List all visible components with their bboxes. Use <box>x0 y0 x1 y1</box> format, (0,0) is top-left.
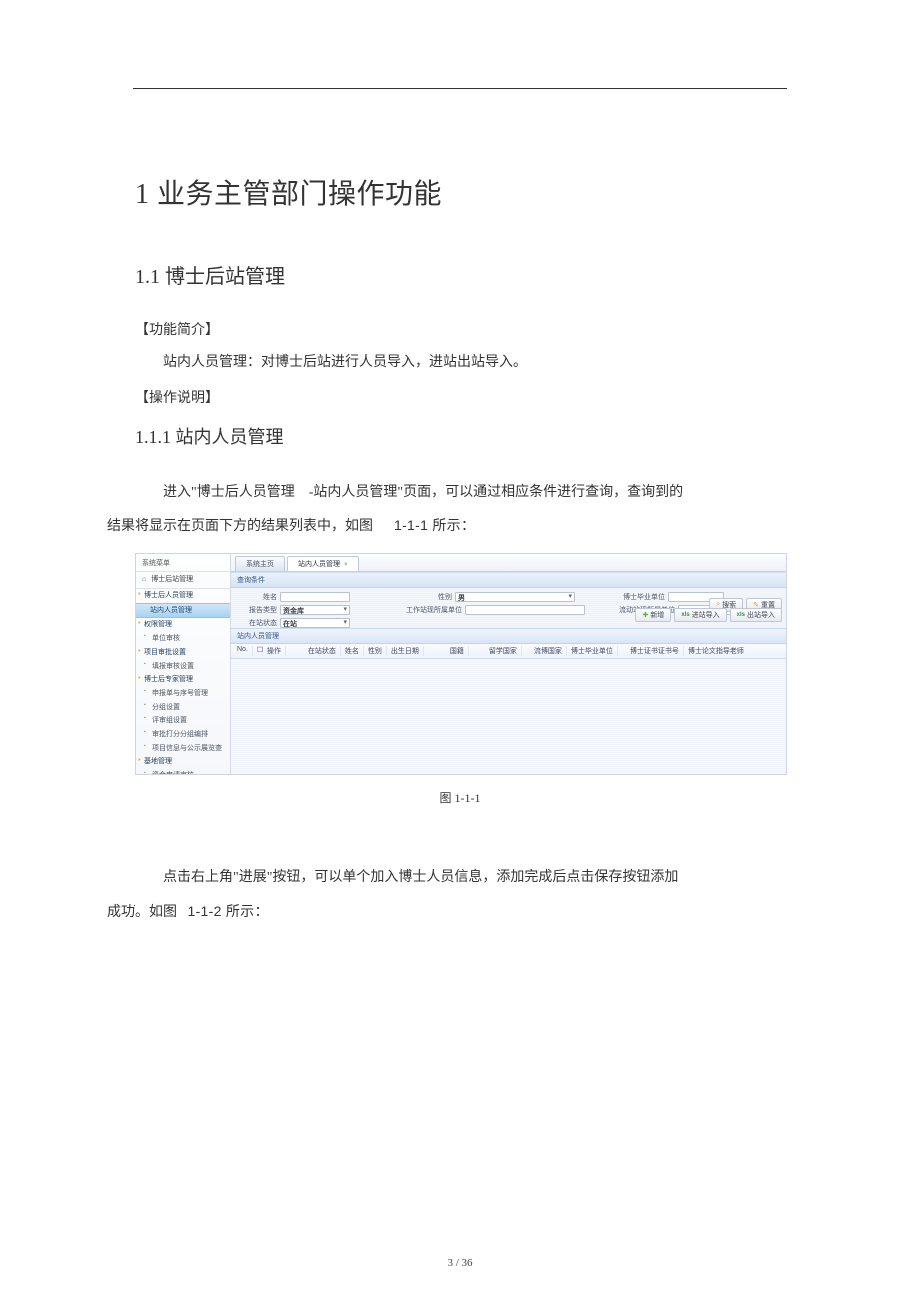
tab-label: 站内人员管理 <box>298 561 340 568</box>
heading-2: 1.1 博士后站管理 <box>135 260 785 289</box>
tab-station-personnel[interactable]: 站内人员管理 × <box>287 556 359 571</box>
para1-fig-ref: 1-1-1 所示： <box>394 517 475 533</box>
sidebar: 系统菜单 ⌂ 博士后站管理 博士后人员管理 站内人员管理 权限管理 单位审核 项… <box>136 554 231 774</box>
para2-seg-b: 成功。如图 <box>107 905 177 920</box>
sidebar-item-review-group[interactable]: 评审组设置 <box>136 714 230 728</box>
sidebar-title: 系统菜单 <box>136 554 230 572</box>
sidebar-item-fund-audit[interactable]: 资金申请审核 <box>136 769 230 775</box>
page-footer: 3 / 36 <box>0 1257 920 1269</box>
panel-query-header: 查询条件 <box>231 572 786 588</box>
sidebar-item-group-setting[interactable]: 分组设置 <box>136 701 230 715</box>
col-flow-nat[interactable]: 流博国家 <box>530 646 567 656</box>
home-icon: ⌂ <box>142 576 146 583</box>
tabs: 系统主页 站内人员管理 × <box>231 554 786 572</box>
figure-caption: 图 1-1-1 <box>135 789 785 806</box>
function-intro-body: 站内人员管理：对博士后站进行人员导入，进站出站导入。 <box>135 349 785 377</box>
paragraph-1: 进入"博士后人员管理 -站内人员管理"页面，可以通过相应条件进行查询，查询到的 … <box>135 477 785 543</box>
select-gender[interactable]: 男 <box>455 592 575 602</box>
label-status: 在站状态 <box>235 618 277 628</box>
main-area: 系统主页 站内人员管理 × 查询条件 姓名 性别 男 博士毕业单位 <box>231 554 786 774</box>
col-phd-unit[interactable]: 博士毕业单位 <box>567 646 618 656</box>
figure-1-1-1: 系统菜单 ⌂ 博士后站管理 博士后人员管理 站内人员管理 权限管理 单位审核 项… <box>135 553 787 775</box>
label-gender: 性别 <box>410 592 452 602</box>
grid-body-empty <box>231 659 786 775</box>
sidebar-item-unit-audit[interactable]: 单位审核 <box>136 632 230 646</box>
col-advisor[interactable]: 博士论文指导老师 <box>684 646 748 656</box>
import-in-label: 进站导入 <box>692 610 720 620</box>
col-gender[interactable]: 性别 <box>364 646 387 656</box>
label-phd-unit: 博士毕业单位 <box>611 592 665 602</box>
xls-icon: xls <box>737 612 745 618</box>
add-button[interactable]: ✚新增 <box>635 608 671 622</box>
import-out-button[interactable]: xls出站导入 <box>730 608 782 622</box>
select-report-type-value: 资金库 <box>283 608 304 615</box>
function-intro-label: 【功能简介】 <box>135 319 785 339</box>
sidebar-item-project-info[interactable]: 项目信息与公示展览查 <box>136 742 230 756</box>
operation-label: 【操作说明】 <box>135 387 785 407</box>
label-report-type: 报告类型 <box>235 605 277 615</box>
sidebar-home-label: 博士后站管理 <box>151 576 193 583</box>
input-work-unit[interactable] <box>465 605 585 615</box>
col-status[interactable]: 在站状态 <box>304 646 341 656</box>
sidebar-cat-project-approval[interactable]: 项目审批设置 <box>136 646 230 660</box>
para1-seg-c: 结果将显示在页面下方的结果列表中，如图 <box>107 519 373 534</box>
sidebar-cat-permission[interactable]: 权限管理 <box>136 618 230 632</box>
para2-seg-a: 点击右上角"进展"按钮，可以单个加入博士人员信息，添加完成后点击保存按钮添加 <box>163 870 678 885</box>
col-action[interactable]: 操作 <box>263 646 286 656</box>
grid-actions: ✚新增 xls进站导入 xls出站导入 <box>635 608 782 622</box>
sidebar-item-fill-audit[interactable]: 填报审核设置 <box>136 660 230 674</box>
page-corner-dot <box>784 76 787 79</box>
col-nation[interactable]: 国籍 <box>446 646 469 656</box>
plus-icon: ✚ <box>642 611 648 619</box>
grid-title-bar: 站内人员管理 <box>231 628 786 644</box>
add-label: 新增 <box>650 610 664 620</box>
col-dob[interactable]: 出生日期 <box>387 646 424 656</box>
select-status[interactable]: 在站 <box>280 618 350 628</box>
page-corner-dot-bot: . <box>133 898 136 909</box>
import-out-label: 出站导入 <box>747 610 775 620</box>
xls-icon: xls <box>681 612 689 618</box>
tab-home[interactable]: 系统主页 <box>235 556 285 571</box>
label-work-unit: 工作站现所属单位 <box>388 605 462 615</box>
sidebar-cat-expert[interactable]: 博士后专家管理 <box>136 673 230 687</box>
heading-1: 1 业务主管部门操作功能 <box>135 172 785 212</box>
sidebar-item-station-personnel[interactable]: 站内人员管理 <box>136 603 230 619</box>
para2-fig-ref: 1-1-2 所示： <box>188 903 269 919</box>
grid-title: 站内人员管理 <box>237 633 279 640</box>
col-abroad[interactable]: 留学国家 <box>485 646 522 656</box>
para1-seg-b: -站内人员管理"页面，可以通过相应条件进行查询，查询到的 <box>309 485 683 500</box>
select-report-type[interactable]: 资金库 <box>280 605 350 615</box>
para1-seg-a: 进入"博士后人员管理 <box>163 485 295 500</box>
label-name: 姓名 <box>235 592 277 602</box>
col-check[interactable]: ☐ <box>253 646 263 656</box>
sidebar-cat-base[interactable]: 基地管理 <box>136 755 230 769</box>
select-gender-value: 男 <box>458 595 465 602</box>
col-name[interactable]: 姓名 <box>341 646 364 656</box>
grid-columns: No. ☐ 操作 在站状态 姓名 性别 出生日期 国籍 留学国家 流博国家 博士… <box>231 644 786 659</box>
import-in-button[interactable]: xls进站导入 <box>674 608 726 622</box>
sidebar-home[interactable]: ⌂ 博士后站管理 <box>136 572 230 589</box>
select-status-value: 在站 <box>283 621 297 628</box>
sidebar-cat-personnel[interactable]: 博士后人员管理 <box>136 589 230 603</box>
paragraph-2: 点击右上角"进展"按钮，可以单个加入博士人员信息，添加完成后点击保存按钮添加 成… <box>135 862 785 928</box>
col-cert[interactable]: 博士证书证书号 <box>626 646 684 656</box>
heading-3: 1.1.1 站内人员管理 <box>135 423 785 449</box>
page-rule <box>133 88 787 89</box>
col-no[interactable]: No. <box>233 646 253 656</box>
close-icon[interactable]: × <box>344 562 348 568</box>
input-name[interactable] <box>280 592 350 602</box>
sidebar-item-apply-seq[interactable]: 申报单与序号管理 <box>136 687 230 701</box>
sidebar-item-score-group[interactable]: 审批打分分组编排 <box>136 728 230 742</box>
